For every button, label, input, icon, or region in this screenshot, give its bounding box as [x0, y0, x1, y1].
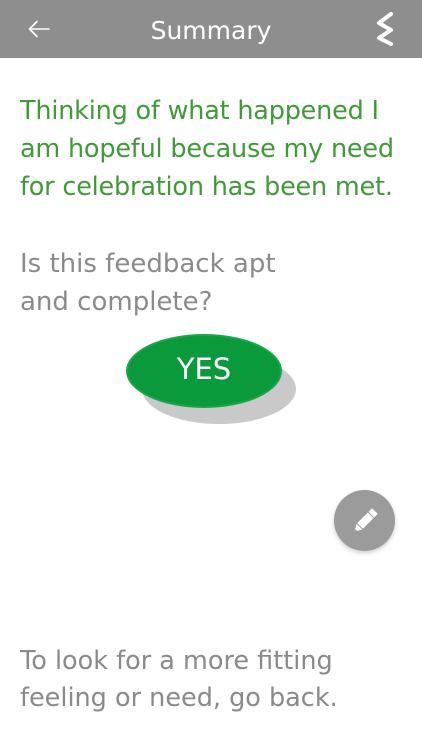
- feedback-question: Is this feedback apt and complete?: [20, 249, 276, 317]
- go-back-instructions: To look for a more fitting feeling or ne…: [20, 646, 338, 713]
- page-title: Summary: [150, 16, 272, 45]
- summary-statement: Thinking of what happened I am hopeful b…: [20, 96, 394, 202]
- pencil-icon: [353, 507, 378, 532]
- edit-button[interactable]: [334, 490, 395, 551]
- top-app-bar: Summary: [0, 0, 422, 58]
- zigzag-menu-icon: [377, 12, 393, 46]
- yes-button[interactable]: YES: [126, 334, 282, 408]
- summary-screen: Summary Thinking of what happened I am h…: [0, 0, 422, 750]
- menu-button[interactable]: [370, 10, 400, 48]
